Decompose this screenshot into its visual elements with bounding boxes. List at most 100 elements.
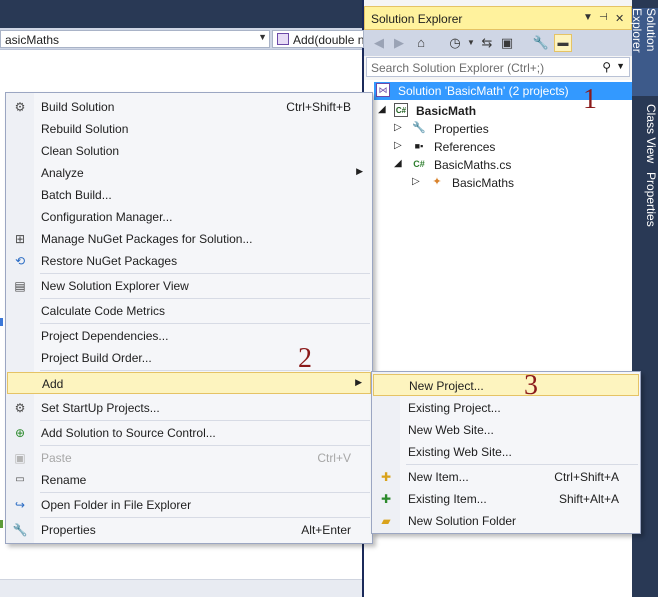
solution-explorer-toolbar: ◀ ▶ ⌂ ◷ ▼ ⇆ ▣ 🔧 ▬: [364, 30, 632, 56]
menu-separator: [40, 492, 370, 493]
menu-item-paste[interactable]: ▣ Paste Ctrl+V: [7, 447, 371, 469]
menu-item-label: Clean Solution: [41, 144, 120, 158]
menu-item-manage-nuget[interactable]: ⊞ Manage NuGet Packages for Solution...: [7, 228, 371, 250]
menu-separator: [40, 517, 370, 518]
menu-separator: [40, 370, 370, 371]
tree-node-references[interactable]: ▷ ■▪ References: [374, 138, 632, 156]
menu-item-label: Rename: [41, 473, 87, 487]
expand-arrow-icon[interactable]: ▷: [412, 176, 422, 187]
tab-class-view[interactable]: Class View: [632, 104, 658, 170]
back-icon[interactable]: ◀: [370, 34, 388, 52]
tree-node-label: BasicMaths: [452, 176, 515, 190]
tree-node-label: BasicMath: [416, 104, 477, 118]
menu-item-new-solution-explorer-view[interactable]: ▤ New Solution Explorer View: [7, 275, 371, 297]
menu-item-shortcut: Shift+Alt+A: [558, 492, 619, 506]
references-icon: ■▪: [414, 141, 424, 151]
menu-item-restore-nuget[interactable]: ⟲ Restore NuGet Packages: [7, 250, 371, 272]
menu-item-label: Open Folder in File Explorer: [41, 498, 192, 512]
csharp-file-icon: C#: [413, 159, 425, 169]
collapse-arrow-icon[interactable]: ◢: [394, 158, 404, 169]
menu-item-existing-item[interactable]: ✚ Existing Item... Shift+Alt+A: [373, 488, 639, 510]
menu-item-label: Batch Build...: [41, 188, 112, 202]
menu-separator: [40, 323, 370, 324]
class-icon: ✦: [432, 176, 442, 188]
method-icon: [277, 33, 289, 45]
tab-solution-explorer[interactable]: Solution Explorer: [630, 8, 658, 96]
search-options-dropdown-icon[interactable]: ▼: [616, 61, 625, 71]
document-tab-strip: [0, 0, 362, 28]
menu-item-analyze[interactable]: Analyze ▶: [7, 162, 371, 184]
menu-item-add-to-source-control[interactable]: ⊕ Add Solution to Source Control...: [7, 422, 371, 444]
tree-node-properties[interactable]: ▷ 🔧 Properties: [374, 120, 632, 138]
horizontal-scrollbar[interactable]: [0, 579, 362, 597]
menu-separator: [40, 298, 370, 299]
menu-item-shortcut: Ctrl+Shift+A: [554, 470, 619, 484]
menu-item-label: Existing Item...: [408, 492, 487, 506]
menu-separator: [40, 445, 370, 446]
menu-item-set-startup-projects[interactable]: ⚙ Set StartUp Projects...: [7, 397, 371, 419]
collapse-all-icon[interactable]: ▣: [498, 34, 516, 52]
expand-arrow-icon[interactable]: ▷: [394, 140, 404, 151]
menu-item-shortcut: Ctrl+V: [317, 451, 351, 465]
sync-icon[interactable]: ⇆: [478, 34, 496, 52]
tree-node-label: References: [434, 140, 496, 154]
editor-gutter-marker: [0, 318, 3, 326]
solution-explorer-search[interactable]: Search Solution Explorer (Ctrl+;) ⚲ ▼: [366, 57, 630, 77]
window-position-dropdown-icon[interactable]: ▼: [583, 12, 593, 23]
menu-item-add[interactable]: Add ▶: [7, 372, 371, 394]
properties-wrench-icon[interactable]: 🔧: [532, 34, 550, 52]
menu-item-project-dependencies[interactable]: Project Dependencies...: [7, 325, 371, 347]
menu-item-new-web-site[interactable]: New Web Site...: [373, 419, 639, 441]
menu-item-build-solution[interactable]: ⚙ Build Solution Ctrl+Shift+B: [7, 96, 371, 118]
menu-item-calculate-code-metrics[interactable]: Calculate Code Metrics: [7, 300, 371, 322]
forward-icon[interactable]: ▶: [390, 34, 408, 52]
existing-item-icon: ✚: [380, 492, 392, 506]
folder-icon: ▰: [381, 514, 391, 528]
nuget-icon: ⊞: [14, 232, 26, 246]
menu-item-new-solution-folder[interactable]: ▰ New Solution Folder: [373, 510, 639, 532]
type-dropdown[interactable]: asicMaths ▼: [0, 30, 270, 48]
menu-item-clean-solution[interactable]: Clean Solution: [7, 140, 371, 162]
menu-item-label: Project Dependencies...: [41, 329, 169, 343]
menu-item-new-project[interactable]: New Project...: [373, 374, 639, 396]
menu-item-new-item[interactable]: ✚ New Item... Ctrl+Shift+A: [373, 466, 639, 488]
menu-item-open-folder[interactable]: ↪ Open Folder in File Explorer: [7, 494, 371, 516]
menu-item-rename[interactable]: ▭ Rename: [7, 469, 371, 491]
menu-item-project-build-order[interactable]: Project Build Order...: [7, 347, 371, 369]
tree-node-file[interactable]: ◢ C# BasicMaths.cs: [374, 156, 632, 174]
solution-explorer-title-bar: Solution Explorer ▼ ⊣ ✕: [364, 6, 632, 30]
panel-title: Solution Explorer: [371, 12, 463, 26]
menu-item-label: Rebuild Solution: [41, 122, 129, 136]
menu-item-rebuild-solution[interactable]: Rebuild Solution: [7, 118, 371, 140]
tree-node-class[interactable]: ▷ ✦ BasicMaths: [374, 174, 632, 192]
member-dropdown[interactable]: Add(double n: [272, 30, 364, 48]
menu-item-shortcut: Alt+Enter: [301, 523, 351, 537]
step-number-1: 1: [583, 84, 597, 115]
close-icon[interactable]: ✕: [615, 12, 624, 25]
menu-item-label: Manage NuGet Packages for Solution...: [41, 232, 253, 246]
type-dropdown-value: asicMaths: [5, 33, 60, 47]
menu-item-existing-project[interactable]: Existing Project...: [373, 397, 639, 419]
auto-hide-pin-icon[interactable]: ⊣: [599, 12, 608, 23]
menu-item-configuration-manager[interactable]: Configuration Manager...: [7, 206, 371, 228]
menu-separator: [40, 273, 370, 274]
tree-node-label: BasicMaths.cs: [434, 158, 512, 172]
gear-icon: ⚙: [14, 401, 26, 415]
expand-arrow-icon[interactable]: ▷: [394, 122, 404, 133]
wrench-icon: 🔧: [12, 523, 28, 537]
menu-item-label: Properties: [41, 523, 96, 537]
menu-item-batch-build[interactable]: Batch Build...: [7, 184, 371, 206]
step-number-2: 2: [298, 343, 312, 374]
home-icon[interactable]: ⌂: [412, 34, 430, 52]
menu-item-label: New Solution Folder: [408, 514, 517, 528]
menu-item-label: Existing Web Site...: [408, 445, 512, 459]
tab-properties[interactable]: Properties: [632, 172, 658, 236]
collapse-arrow-icon[interactable]: ◢: [378, 104, 388, 115]
search-placeholder: Search Solution Explorer (Ctrl+;): [371, 61, 545, 75]
new-item-icon: ✚: [380, 470, 392, 484]
menu-item-existing-web-site[interactable]: Existing Web Site...: [373, 441, 639, 463]
menu-item-properties[interactable]: 🔧 Properties Alt+Enter: [7, 519, 371, 541]
preview-selected-items-icon[interactable]: ▬: [554, 34, 572, 52]
csharp-project-icon: C#: [394, 103, 408, 117]
add-submenu: New Project... Existing Project... New W…: [371, 371, 641, 534]
